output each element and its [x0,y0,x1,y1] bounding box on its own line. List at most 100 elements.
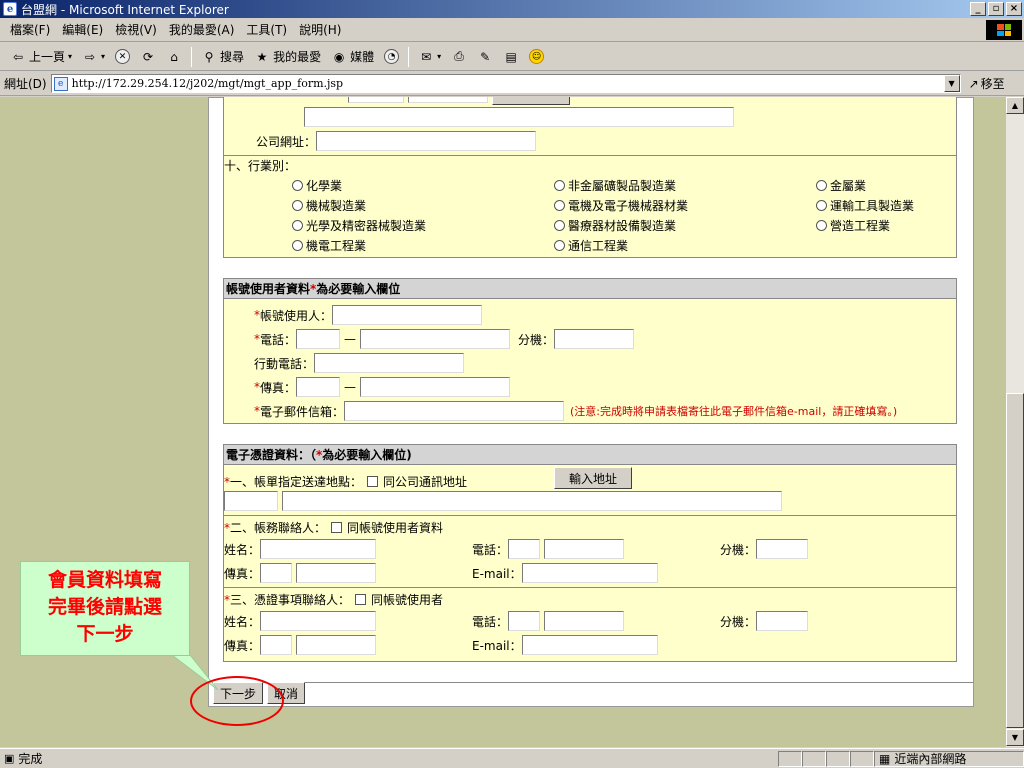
radio[interactable] [292,180,303,191]
billing-phone-input[interactable] [544,539,625,559]
security-zone: ▦ 近端內部網路 [874,750,1024,767]
industry-option[interactable]: 營造工程業 [816,217,890,234]
company-address-button[interactable] [492,97,570,105]
account-phone-input[interactable] [360,329,511,349]
menu-edit[interactable]: 編輯(E) [56,21,109,38]
industry-option[interactable]: 運輸工具製造業 [816,197,914,214]
billing-phone-area-input[interactable] [508,539,541,559]
industry-option[interactable]: 電機及電子機械器材業 [554,197,688,214]
website-input[interactable] [316,131,537,151]
radio[interactable] [554,220,565,231]
close-button[interactable]: × [1006,2,1022,16]
search-button[interactable]: ⚲ 搜尋 [197,46,248,68]
scroll-thumb[interactable] [1006,393,1024,728]
delivery-zip-input[interactable] [224,491,278,511]
menu-view[interactable]: 檢視(V) [109,21,163,38]
cert-email-input[interactable] [521,635,658,655]
industry-option[interactable]: 光學及精密器械製造業 [292,217,426,234]
cert-phone-area-input[interactable] [508,611,541,631]
industry-option[interactable]: 醫療器材設備製造業 [554,217,676,234]
stop-button[interactable]: ✕ [111,46,134,68]
radio[interactable] [554,180,565,191]
account-fax-row: * 傳真： — [254,377,511,397]
minimize-button[interactable]: _ [970,2,986,16]
vertical-scrollbar[interactable]: ▲ ▼ [1006,97,1024,747]
history-icon: ◔ [384,49,400,64]
industry-option[interactable]: 通信工程業 [554,237,628,254]
radio[interactable] [554,200,565,211]
forward-button[interactable]: ⇨ ▾ [78,46,109,68]
home-button[interactable]: ⌂ [162,46,186,68]
account-fax-input[interactable] [360,377,511,397]
account-ext-input[interactable] [554,329,635,349]
edit-button[interactable]: ✎ [473,46,497,68]
edit-icon: ✎ [480,49,491,64]
cert-phone-row: 電話： [472,611,625,631]
billing-name-input[interactable] [260,539,377,559]
radio[interactable] [554,240,565,251]
account-email-input[interactable] [344,401,565,421]
forward-dropdown-icon: ▾ [101,52,106,61]
account-user-input[interactable] [332,305,483,325]
company-address-city-input[interactable] [408,97,488,103]
back-button[interactable]: ⇦ 上一頁 ▾ [6,46,76,68]
industry-option[interactable]: 機械製造業 [292,197,366,214]
industry-option[interactable]: 機電工程業 [292,237,366,254]
radio[interactable] [816,200,827,211]
billing-fax-input[interactable] [296,563,377,583]
radio[interactable] [816,180,827,191]
account-phone-area-input[interactable] [296,329,341,349]
cert-fax-area-input[interactable] [260,635,293,655]
delivery-address-input[interactable] [282,491,782,511]
cert-email-label: E-mail： [472,638,522,653]
billing-fax-area-input[interactable] [260,563,293,583]
billing-ext-row: 分機： [720,539,809,559]
print-button[interactable]: ⎙ [447,46,471,68]
address-input[interactable]: e http://172.29.254.12/j202/mgt/mgt_app_… [50,74,961,93]
radio[interactable] [816,220,827,231]
address-dropdown-icon[interactable]: ▼ [943,75,960,92]
account-user-label: 帳號使用人： [260,308,333,323]
scroll-down-icon[interactable]: ▼ [1006,729,1024,746]
same-user-checkbox[interactable] [355,594,367,605]
cert-ext-input[interactable] [756,611,809,631]
status-cell [778,750,802,767]
menu-favorites[interactable]: 我的最愛(A) [163,21,241,38]
discuss-button[interactable]: ▤ [499,46,523,68]
billing-ext-input[interactable] [756,539,809,559]
media-button[interactable]: ◉ 媒體 [327,46,378,68]
billing-label: 二、帳務聯絡人： [230,521,327,535]
industry-option[interactable]: 化學業 [292,177,342,194]
menu-file[interactable]: 檔案(F) [4,21,56,38]
mail-button[interactable]: ✉ ▾ [414,46,445,68]
button-bar-divider [209,682,973,683]
forward-arrow-icon: ⇨ [85,49,96,64]
cert-phone-input[interactable] [544,611,625,631]
industry-label: 金屬業 [830,179,867,193]
enter-address-button[interactable]: 輸入地址 [554,467,632,489]
maximize-button[interactable]: ▫ [988,2,1004,16]
messenger-button[interactable]: ☺ [525,46,548,68]
cert-name-input[interactable] [260,611,377,631]
account-mobile-input[interactable] [314,353,465,373]
cert-header-text: 電子憑證資料：（ [226,448,317,462]
favorites-button[interactable]: ★ 我的最愛 [250,46,325,68]
company-address-input[interactable] [304,107,734,127]
cert-fax-input[interactable] [296,635,377,655]
account-fax-area-input[interactable] [296,377,341,397]
refresh-button[interactable]: ⟳ [136,46,160,68]
same-company-address-checkbox[interactable] [367,476,379,487]
scroll-up-icon[interactable]: ▲ [1006,97,1024,114]
same-account-user-checkbox[interactable] [331,522,343,533]
billing-email-input[interactable] [521,563,658,583]
go-button[interactable]: ↗ 移至 [969,75,1005,92]
menu-tools[interactable]: 工具(T) [240,21,293,38]
radio[interactable] [292,240,303,251]
radio[interactable] [292,220,303,231]
company-address-zip-input[interactable] [348,97,404,103]
industry-option[interactable]: 金屬業 [816,177,866,194]
industry-option[interactable]: 非金屬礦製品製造業 [554,177,676,194]
history-button[interactable]: ◔ [380,46,403,68]
radio[interactable] [292,200,303,211]
menu-help[interactable]: 說明(H) [293,21,347,38]
